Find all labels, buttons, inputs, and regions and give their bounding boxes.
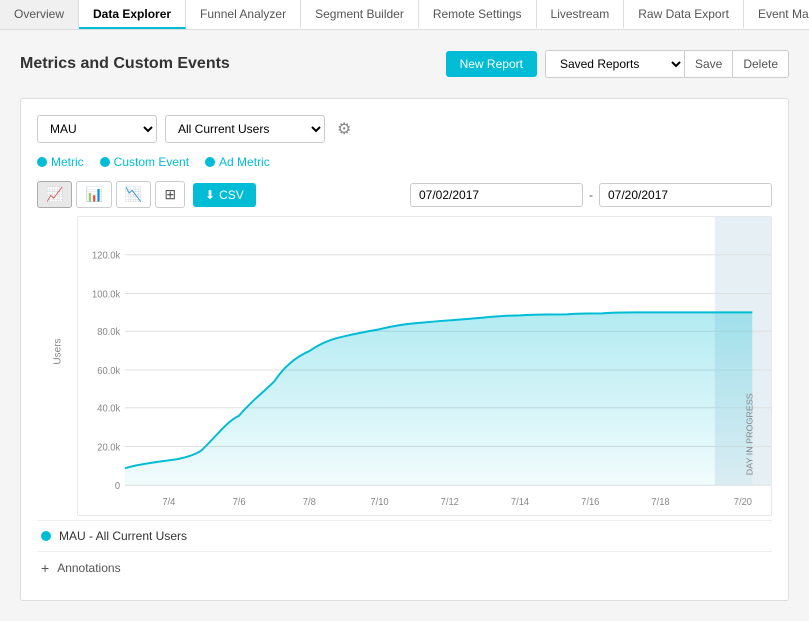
chart-icons: 📈 📊 📉 ⊞ xyxy=(37,181,185,208)
svg-text:7/12: 7/12 xyxy=(441,497,459,508)
chart-toolbar: 📈 📊 📉 ⊞ ⬇ CSV - xyxy=(37,181,772,208)
legend-series-dot xyxy=(41,531,51,541)
annotations-bar[interactable]: + Annotations xyxy=(37,551,772,584)
csv-button[interactable]: ⬇ CSV xyxy=(193,183,256,207)
svg-text:120.0k: 120.0k xyxy=(92,250,120,261)
chart-container: 0 20.0k 40.0k 60.0k 80.0k 100.0k 120.0k … xyxy=(77,216,772,516)
gear-button[interactable]: ⚙ xyxy=(333,117,355,141)
bar-chart-button[interactable]: 📊 xyxy=(76,181,111,208)
line-chart-button[interactable]: 📉 xyxy=(116,181,151,208)
nav-tab-overview[interactable]: Overview xyxy=(0,0,79,29)
y-axis-label: Users xyxy=(53,338,64,364)
ad-metric-link[interactable]: Ad Metric xyxy=(205,155,270,169)
legend-links: Metric Custom Event Ad Metric xyxy=(37,155,772,169)
svg-text:100.0k: 100.0k xyxy=(92,289,120,300)
page-content: Metrics and Custom Events New Report Sav… xyxy=(0,30,809,621)
svg-text:7/4: 7/4 xyxy=(162,497,176,508)
csv-label: CSV xyxy=(219,188,244,202)
svg-text:60.0k: 60.0k xyxy=(97,366,120,377)
users-dropdown[interactable]: All Current Users xyxy=(165,115,325,143)
chart-svg: 0 20.0k 40.0k 60.0k 80.0k 100.0k 120.0k … xyxy=(78,217,771,515)
svg-text:80.0k: 80.0k xyxy=(97,327,120,338)
svg-text:20.0k: 20.0k xyxy=(97,442,120,453)
saved-reports-wrapper: Saved Reports Save Delete xyxy=(545,50,789,78)
nav-tab-event-manager[interactable]: Event Manager xyxy=(744,0,809,29)
table-chart-button[interactable]: ⊞ xyxy=(155,181,185,208)
svg-text:7/18: 7/18 xyxy=(651,497,669,508)
nav-tab-remote-settings[interactable]: Remote Settings xyxy=(419,0,537,29)
svg-text:7/6: 7/6 xyxy=(233,497,246,508)
main-panel: MAU All Current Users ⚙ Metric Custom Ev… xyxy=(20,98,789,601)
svg-text:7/10: 7/10 xyxy=(370,497,388,508)
metric-dot xyxy=(37,157,47,167)
nav-bar: Overview Data Explorer Funnel Analyzer S… xyxy=(0,0,809,30)
day-in-progress-text: DAY IN PROGRESS xyxy=(745,393,755,475)
ad-metric-dot xyxy=(205,157,215,167)
chart-wrapper: Users 0 xyxy=(37,216,772,516)
controls-row: MAU All Current Users ⚙ xyxy=(37,115,772,143)
svg-text:0: 0 xyxy=(115,481,120,492)
custom-event-dot xyxy=(100,157,110,167)
metric-dropdown[interactable]: MAU xyxy=(37,115,157,143)
saved-reports-select[interactable]: Saved Reports xyxy=(545,50,685,78)
nav-tab-livestream[interactable]: Livestream xyxy=(537,0,625,29)
nav-tab-funnel-analyzer[interactable]: Funnel Analyzer xyxy=(186,0,301,29)
custom-event-link[interactable]: Custom Event xyxy=(100,155,189,169)
svg-text:7/8: 7/8 xyxy=(303,497,316,508)
svg-text:40.0k: 40.0k xyxy=(97,403,120,414)
metric-link[interactable]: Metric xyxy=(37,155,84,169)
page-header: Metrics and Custom Events New Report Sav… xyxy=(20,50,789,78)
annotations-label: Annotations xyxy=(57,561,120,575)
download-icon: ⬇ xyxy=(205,188,215,202)
save-button[interactable]: Save xyxy=(685,50,733,78)
date-range: - xyxy=(410,183,772,207)
ad-metric-link-label: Ad Metric xyxy=(219,155,270,169)
svg-text:7/20: 7/20 xyxy=(734,497,752,508)
nav-tab-data-explorer[interactable]: Data Explorer xyxy=(79,0,186,29)
date-start-input[interactable] xyxy=(410,183,583,207)
nav-tab-segment-builder[interactable]: Segment Builder xyxy=(301,0,419,29)
nav-tab-raw-data-export[interactable]: Raw Data Export xyxy=(624,0,744,29)
date-end-input[interactable] xyxy=(599,183,772,207)
plus-icon: + xyxy=(41,560,49,576)
header-actions: New Report Saved Reports Save Delete xyxy=(446,50,789,78)
area-chart-button[interactable]: 📈 xyxy=(37,181,72,208)
metric-link-label: Metric xyxy=(51,155,84,169)
delete-button[interactable]: Delete xyxy=(733,50,789,78)
legend-bar: MAU - All Current Users xyxy=(37,520,772,551)
date-separator: - xyxy=(589,188,593,202)
custom-event-link-label: Custom Event xyxy=(114,155,189,169)
page-title: Metrics and Custom Events xyxy=(20,55,230,73)
svg-text:7/16: 7/16 xyxy=(581,497,599,508)
new-report-button[interactable]: New Report xyxy=(446,51,537,77)
legend-series-label: MAU - All Current Users xyxy=(59,529,187,543)
svg-text:7/14: 7/14 xyxy=(511,497,530,508)
